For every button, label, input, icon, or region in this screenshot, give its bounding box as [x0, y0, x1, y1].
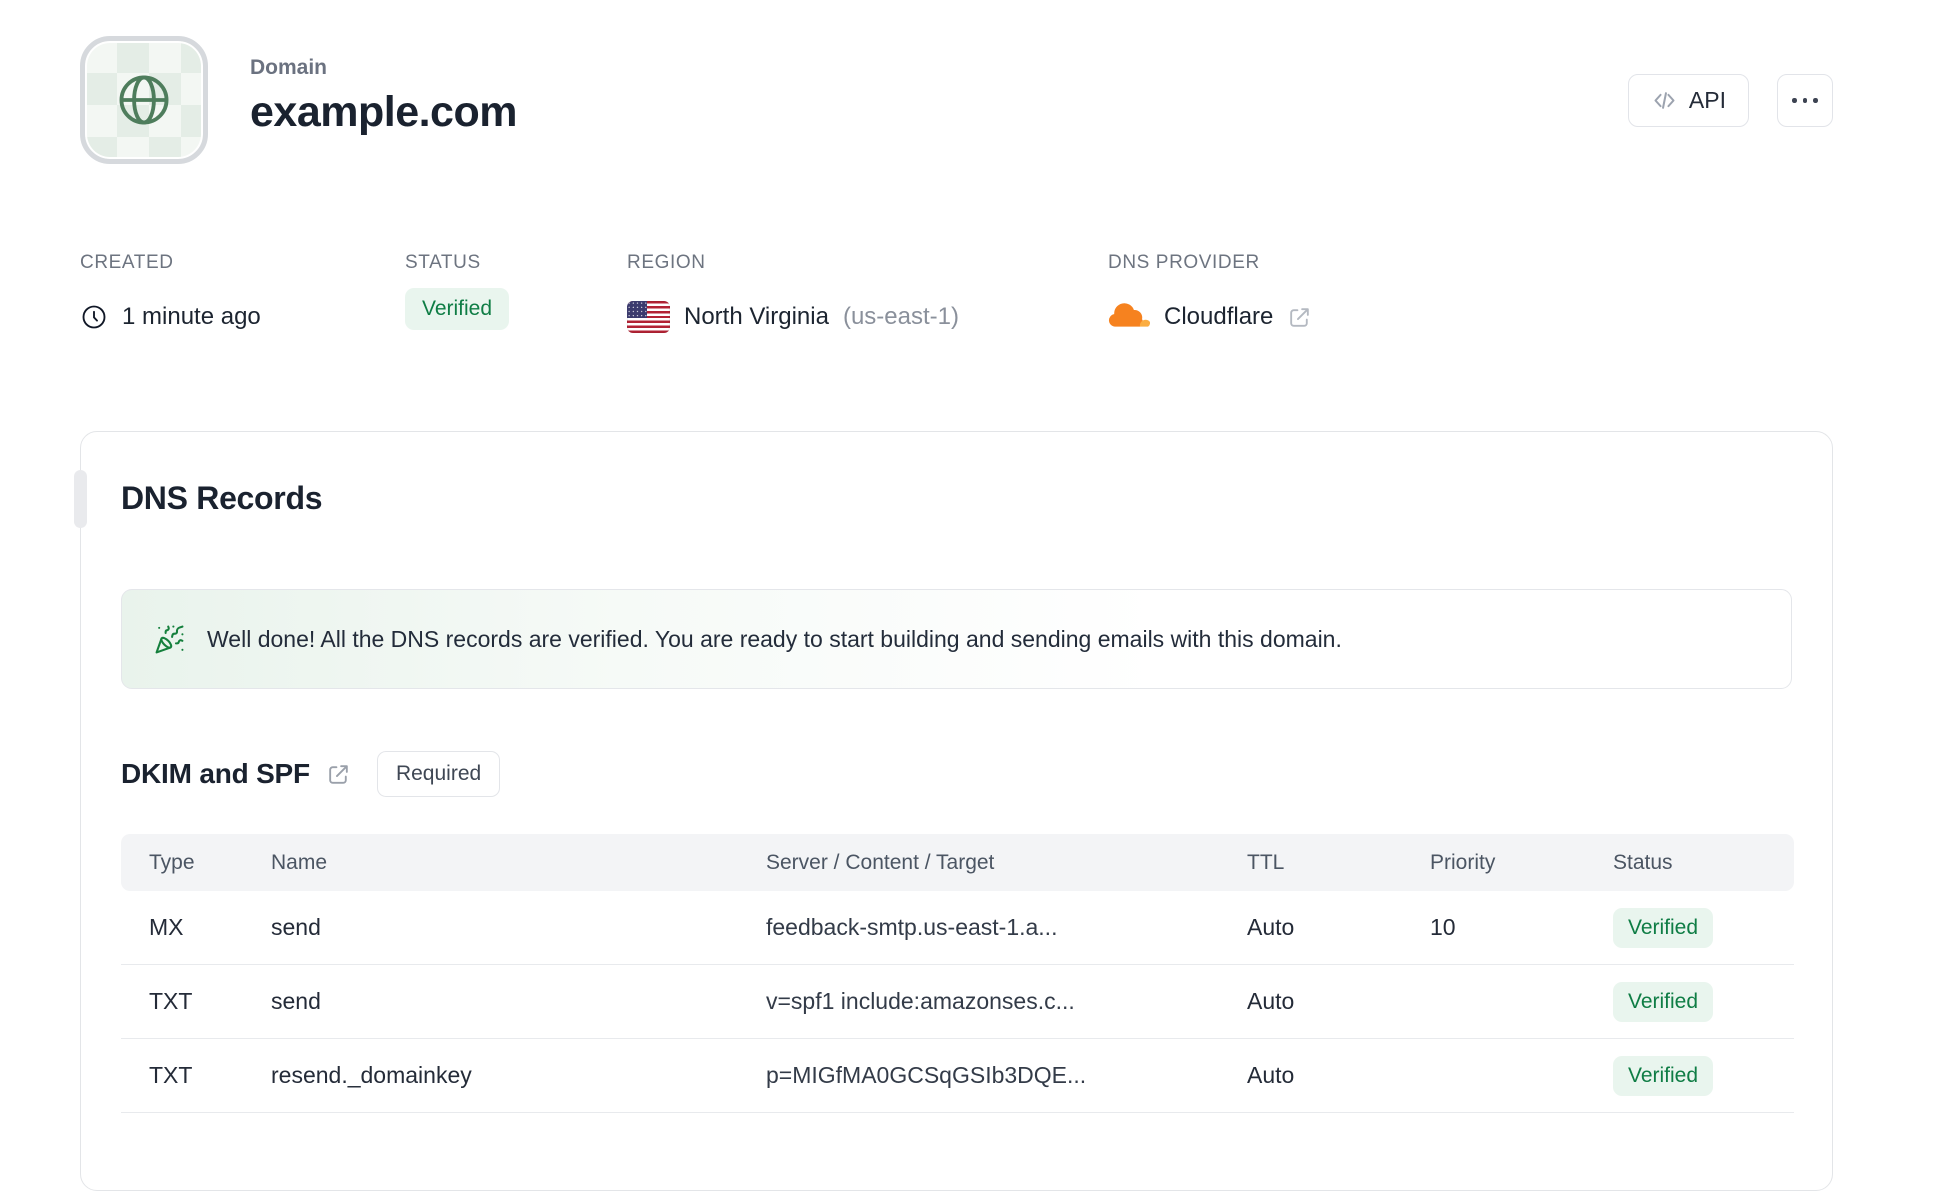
- success-banner: Well done! All the DNS records are verif…: [121, 589, 1792, 689]
- col-header-type: Type: [149, 850, 195, 874]
- cell-name: send: [271, 988, 321, 1014]
- verified-badge: Verified: [1613, 1055, 1714, 1096]
- code-icon: [1651, 87, 1678, 114]
- cloudflare-icon: [1108, 302, 1150, 332]
- col-header-ttl: TTL: [1247, 850, 1285, 874]
- dns-provider-value: Cloudflare: [1164, 303, 1274, 330]
- cell-ttl: Auto: [1247, 988, 1295, 1014]
- dkim-spf-section-head: DKIM and SPF Required: [121, 751, 1792, 797]
- dns-provider-label: DNS PROVIDER: [1108, 252, 1260, 273]
- required-badge: Required: [376, 751, 501, 797]
- domain-header-text: Domain example.com: [250, 36, 517, 137]
- verified-badge: Verified: [1613, 907, 1714, 948]
- table-header-row: Type Name Server / Content / Target TTL …: [121, 834, 1794, 891]
- page-header: Domain example.com API: [80, 0, 1833, 164]
- external-link-icon[interactable]: [1287, 305, 1312, 330]
- dkim-spf-title: DKIM and SPF: [121, 758, 310, 789]
- region-code: (us-east-1): [842, 303, 959, 330]
- meta-status: STATUS Verified: [405, 252, 627, 338]
- cell-type: MX: [149, 914, 184, 940]
- table-row[interactable]: TXT send v=spf1 include:amazonses.c... A…: [121, 965, 1794, 1039]
- cell-name: resend._domainkey: [271, 1062, 472, 1088]
- domain-meta: CREATED 1 minute ago STATUS Verified REG…: [80, 252, 1833, 338]
- dns-records-card: DNS Records Well done! All the DNS recor…: [74, 431, 1833, 1191]
- region-value: North Virginia: [684, 303, 829, 330]
- col-header-content: Server / Content / Target: [766, 850, 995, 874]
- cell-ttl: Auto: [1247, 914, 1295, 940]
- col-header-priority: Priority: [1430, 850, 1496, 874]
- cell-content: v=spf1 include:amazonses.c...: [766, 988, 1075, 1014]
- verified-badge: Verified: [1613, 981, 1714, 1022]
- api-button-label: API: [1688, 87, 1726, 113]
- ellipsis-icon: [1792, 98, 1818, 103]
- more-button[interactable]: [1777, 74, 1833, 127]
- table-row[interactable]: TXT resend._domainkey p=MIGfMA0GCSqGSIb3…: [121, 1039, 1794, 1113]
- card-scroll-tab: [74, 470, 87, 528]
- cell-ttl: Auto: [1247, 1062, 1295, 1088]
- status-label: STATUS: [405, 252, 481, 273]
- clock-icon: [80, 303, 108, 331]
- region-label: REGION: [627, 252, 706, 273]
- meta-region: REGION North Virginia (us-east-1): [627, 252, 1108, 338]
- cell-name: send: [271, 914, 321, 940]
- page-kicker: Domain: [250, 56, 328, 79]
- created-value: 1 minute ago: [122, 303, 261, 330]
- meta-dns-provider: DNS PROVIDER Cloudflare: [1108, 252, 1312, 338]
- domain-page: Domain example.com API CREATED 1 minute …: [74, 0, 1833, 1191]
- domain-identity: Domain example.com: [80, 36, 517, 164]
- api-button[interactable]: API: [1627, 74, 1749, 127]
- status-badge: Verified: [405, 288, 510, 330]
- success-banner-text: Well done! All the DNS records are verif…: [207, 625, 1342, 652]
- cell-priority: 10: [1430, 914, 1456, 940]
- external-link-icon[interactable]: [326, 762, 351, 787]
- avatar: [80, 36, 208, 164]
- table-row[interactable]: MX send feedback-smtp.us-east-1.a... Aut…: [121, 891, 1794, 965]
- party-popper-icon: [154, 624, 185, 655]
- page-title: example.com: [250, 88, 517, 136]
- dns-records-title: DNS Records: [121, 480, 323, 516]
- cell-type: TXT: [149, 988, 193, 1014]
- dns-records-table: Type Name Server / Content / Target TTL …: [121, 834, 1794, 1113]
- cell-content: feedback-smtp.us-east-1.a...: [766, 914, 1058, 940]
- col-header-name: Name: [271, 850, 328, 874]
- created-label: CREATED: [80, 252, 174, 273]
- meta-created: CREATED 1 minute ago: [80, 252, 405, 338]
- cell-content: p=MIGfMA0GCSqGSIb3DQE...: [766, 1062, 1087, 1088]
- globe-icon: [111, 67, 177, 133]
- us-flag-icon: [627, 301, 670, 333]
- header-actions: API: [1627, 74, 1833, 127]
- col-header-status: Status: [1613, 850, 1673, 874]
- cell-type: TXT: [149, 1062, 193, 1088]
